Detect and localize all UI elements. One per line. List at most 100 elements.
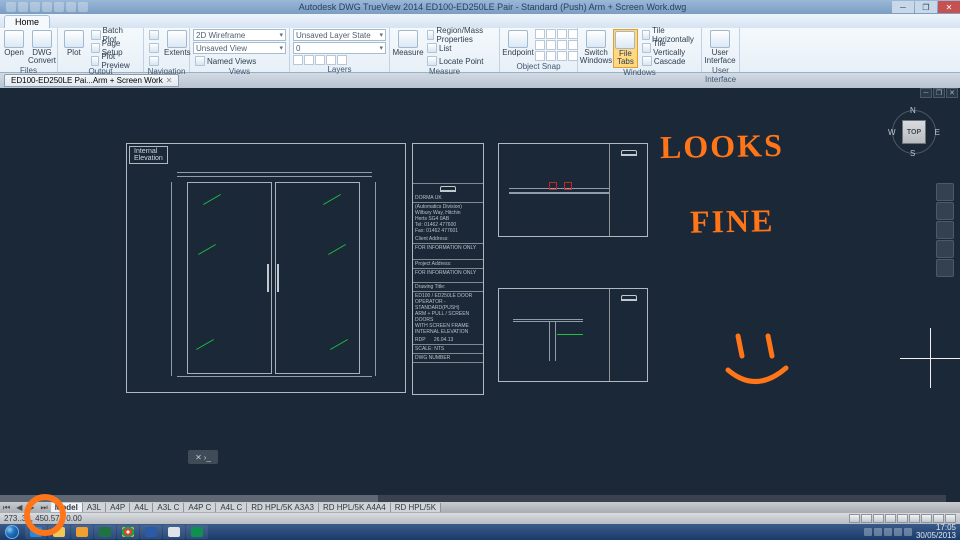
layout-tab[interactable]: RD HPL/5K A3A3 xyxy=(247,503,319,512)
viewcube-east[interactable]: E xyxy=(935,128,940,137)
nav-orbit-button[interactable] xyxy=(936,240,954,258)
viewcube[interactable]: TOP N S E W xyxy=(888,106,940,158)
qat-icon[interactable] xyxy=(78,2,88,12)
taskbar-item-word[interactable] xyxy=(140,525,162,539)
plot-button[interactable]: Plot xyxy=(61,29,87,58)
viewcube-south[interactable]: S xyxy=(910,149,915,158)
drawing-viewport-2 xyxy=(498,143,648,237)
nav-pan-button[interactable] xyxy=(936,202,954,220)
close-icon[interactable]: ✕ xyxy=(195,453,202,462)
panel-label-ui: User Interface xyxy=(705,66,736,85)
start-button[interactable] xyxy=(0,524,24,540)
extents-button[interactable]: Extents xyxy=(163,29,192,58)
status-toggle[interactable] xyxy=(885,514,896,523)
mdi-close[interactable]: ✕ xyxy=(946,88,958,98)
taskbar-item-app[interactable] xyxy=(163,525,185,539)
layout-tab[interactable]: A4L C xyxy=(216,503,247,512)
close-icon[interactable]: ✕ xyxy=(166,76,173,85)
command-line[interactable]: ✕ ›_ xyxy=(188,450,218,464)
navigation-bar xyxy=(936,183,954,277)
qat-icon[interactable] xyxy=(54,2,64,12)
plot-preview-button[interactable]: Plot Preview xyxy=(89,55,140,67)
status-toggle[interactable] xyxy=(861,514,872,523)
nav-wheel-button[interactable] xyxy=(936,183,954,201)
tab-home[interactable]: Home xyxy=(4,15,50,28)
qat-icon[interactable] xyxy=(18,2,28,12)
layout-tab[interactable]: A4P C xyxy=(184,503,216,512)
qat-icon[interactable] xyxy=(42,2,52,12)
nav-btn[interactable] xyxy=(147,29,161,41)
dwg-convert-button[interactable]: DWG Convert xyxy=(27,29,57,66)
nav-btn[interactable] xyxy=(147,42,161,54)
layout-tab[interactable]: A3L C xyxy=(153,503,184,512)
locate-point-button[interactable]: Locate Point xyxy=(425,55,496,67)
taskbar-item-trueview[interactable] xyxy=(186,525,208,539)
maximize-button[interactable]: ❐ xyxy=(915,1,937,13)
viewcube-north[interactable]: N xyxy=(910,106,916,115)
layout-tabs: ⏮ ◀ ▶ ⏭ Model A3L A4P A4L A3L C A4P C A4… xyxy=(0,502,960,513)
status-toggle[interactable] xyxy=(945,514,956,523)
nav-zoom-button[interactable] xyxy=(936,221,954,239)
viewcube-face[interactable]: TOP xyxy=(902,120,926,144)
tray-icon[interactable] xyxy=(864,528,872,536)
minimize-button[interactable]: ─ xyxy=(892,1,914,13)
panel-label-osnap: Object Snap xyxy=(503,62,574,72)
tile-v-button[interactable]: Tile Vertically xyxy=(640,42,698,54)
nav-btn[interactable] xyxy=(147,55,161,67)
status-toggle[interactable] xyxy=(921,514,932,523)
taskbar-item-chrome[interactable] xyxy=(117,525,139,539)
mdi-minimize[interactable]: ─ xyxy=(920,88,932,98)
layer-tools xyxy=(293,55,386,65)
layout-tab[interactable]: RD HPL/5K A4A4 xyxy=(319,503,391,512)
mdi-restore[interactable]: ❐ xyxy=(933,88,945,98)
windows-logo-icon xyxy=(5,525,19,539)
status-toggle[interactable] xyxy=(849,514,860,523)
status-toggle[interactable] xyxy=(873,514,884,523)
convert-icon xyxy=(32,30,52,48)
pen-annotation: FINE xyxy=(690,202,775,240)
viewcube-west[interactable]: W xyxy=(888,128,896,137)
layout-tab[interactable]: A3L xyxy=(83,503,106,512)
visual-style-dropdown[interactable]: 2D Wireframe xyxy=(193,29,286,41)
nav-showmotion-button[interactable] xyxy=(936,259,954,277)
status-toggle[interactable] xyxy=(909,514,920,523)
annotation-circle xyxy=(24,494,66,536)
tray-icon[interactable] xyxy=(904,528,912,536)
cascade-button[interactable]: Cascade xyxy=(640,55,698,67)
taskbar-item-outlook[interactable] xyxy=(71,525,93,539)
measure-button[interactable]: Measure xyxy=(393,29,423,58)
close-button[interactable]: ✕ xyxy=(938,1,960,13)
ui-button[interactable]: User Interface xyxy=(705,29,735,66)
taskbar-item-excel[interactable] xyxy=(94,525,116,539)
view-dropdown[interactable]: Unsaved View xyxy=(193,42,286,54)
file-tab[interactable]: ED100-ED250LE Pai...Arm + Screen Work ✕ xyxy=(4,74,179,87)
layout-tab[interactable]: A4P xyxy=(106,503,130,512)
horizontal-scrollbar[interactable] xyxy=(0,495,946,502)
clock[interactable]: 17:0530/05/2013 xyxy=(916,524,956,540)
status-toggle[interactable] xyxy=(897,514,908,523)
region-button[interactable]: Region/Mass Properties xyxy=(425,29,496,41)
layout-nav-first[interactable]: ⏮ xyxy=(0,503,13,513)
layer-state-dropdown[interactable]: Unsaved Layer State xyxy=(293,29,386,41)
open-button[interactable]: Open xyxy=(3,29,25,58)
drawing-canvas[interactable]: ─ ❐ ✕ Internal Elevation DORMA UK (Autom… xyxy=(0,88,960,502)
qat-icon[interactable] xyxy=(6,2,16,12)
switch-windows-button[interactable]: Switch Windows xyxy=(581,29,611,66)
status-toggles xyxy=(849,514,956,523)
qat-icon[interactable] xyxy=(30,2,40,12)
system-tray: 17:0530/05/2013 xyxy=(864,524,960,540)
tray-icon[interactable] xyxy=(874,528,882,536)
layout-tab[interactable]: RD HPL/5K xyxy=(391,503,441,512)
named-views-button[interactable]: Named Views xyxy=(193,55,286,67)
layer-dropdown[interactable]: 0 xyxy=(293,42,386,54)
tray-icon[interactable] xyxy=(894,528,902,536)
endpoint-button[interactable]: Endpoint xyxy=(503,29,533,58)
list-button[interactable]: List xyxy=(425,42,496,54)
layout-tab[interactable]: A4L xyxy=(130,503,153,512)
file-tabs-button[interactable]: File Tabs xyxy=(613,29,638,68)
app-title: Autodesk DWG TrueView 2014 ED100-ED250LE… xyxy=(94,2,891,12)
qat-icon[interactable] xyxy=(66,2,76,12)
title-bar: Autodesk DWG TrueView 2014 ED100-ED250LE… xyxy=(0,0,960,14)
status-toggle[interactable] xyxy=(933,514,944,523)
tray-icon[interactable] xyxy=(884,528,892,536)
